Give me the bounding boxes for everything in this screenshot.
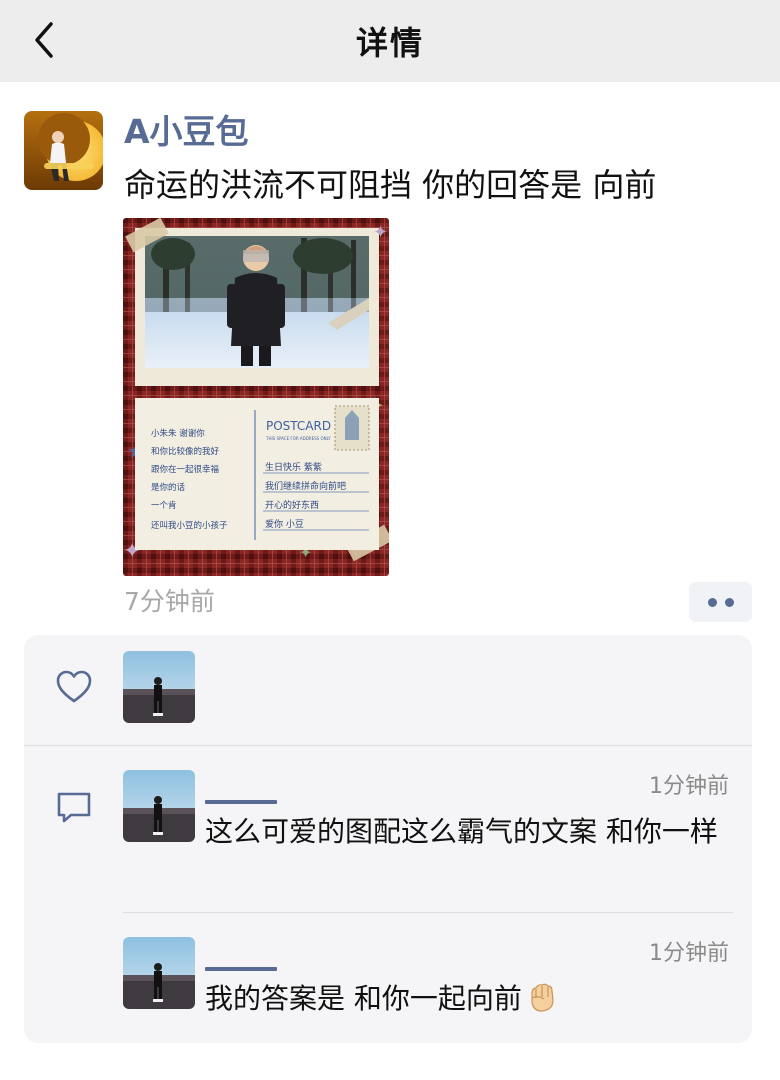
liker-avatar-image: [123, 651, 195, 723]
comment-text: 这么可爱的图配这么霸气的文案 和你一样: [205, 815, 718, 848]
author-name[interactable]: A小豆包: [124, 112, 249, 152]
post-text: 命运的洪流不可阻挡 你的回答是 向前: [124, 166, 657, 204]
author-avatar[interactable]: [24, 111, 103, 190]
commenter-avatar-image: [123, 937, 195, 1009]
raised-fist-emoji: [531, 983, 554, 1012]
svg-text:还叫我小豆的小孩子: 还叫我小豆的小孩子: [151, 520, 228, 531]
panel-divider: [24, 745, 752, 746]
postcard-photo: ✦ ★ ✦ ✦ ✦ ✦ POSTCARD THIS SPACE FOR ADDR…: [123, 218, 389, 576]
svg-text:THIS SPACE FOR ADDRESS ONLY: THIS SPACE FOR ADDRESS ONLY: [265, 436, 331, 441]
svg-text:生日快乐 紫紫: 生日快乐 紫紫: [265, 461, 322, 473]
svg-text:我们继续拼命向前吧: 我们继续拼命向前吧: [265, 480, 346, 492]
more-dots-icon: [724, 597, 734, 607]
svg-text:开心的好东西: 开心的好东西: [265, 499, 319, 511]
comment-text: 我的答案是 和你一起向前: [205, 982, 522, 1015]
comment-time: 1分钟前: [649, 941, 729, 966]
post-time: 7分钟前: [124, 587, 215, 616]
page-title: 详情: [355, 24, 424, 62]
author-avatar-image: [24, 111, 103, 190]
svg-text:爱你 小豆: 爱你 小豆: [265, 518, 304, 530]
more-actions-button[interactable]: [689, 582, 752, 622]
commenter-avatar[interactable]: [123, 770, 195, 842]
comment-divider: [123, 912, 733, 913]
post-image-postcard[interactable]: ✦ ★ ✦ ✦ ✦ ✦ POSTCARD THIS SPACE FOR ADDR…: [123, 218, 389, 576]
commenter-avatar-image: [123, 770, 195, 842]
comment-outline-icon: [57, 792, 91, 823]
svg-text:一个肯: 一个肯: [151, 500, 177, 511]
svg-text:小朱朱 谢谢你: 小朱朱 谢谢你: [151, 428, 205, 439]
commenter-name[interactable]: [205, 967, 277, 971]
comment-time: 1分钟前: [649, 774, 729, 799]
comment-text-row: 我的答案是 和你一起向前: [205, 980, 735, 1017]
svg-text:POSTCARD: POSTCARD: [266, 419, 331, 433]
svg-text:✦: ✦: [373, 222, 388, 243]
commenter-name[interactable]: [205, 800, 277, 804]
commenter-avatar[interactable]: [123, 937, 195, 1009]
liker-avatar[interactable]: [123, 651, 195, 723]
svg-text:跟你在一起很幸福: 跟你在一起很幸福: [151, 464, 219, 475]
svg-text:是你的话: 是你的话: [151, 482, 186, 493]
heart-outline-icon: [56, 670, 92, 703]
top-nav-bar: 详情: [0, 0, 780, 82]
more-dots-icon: [707, 597, 717, 607]
svg-text:和你比较像的我好: 和你比较像的我好: [151, 446, 220, 457]
